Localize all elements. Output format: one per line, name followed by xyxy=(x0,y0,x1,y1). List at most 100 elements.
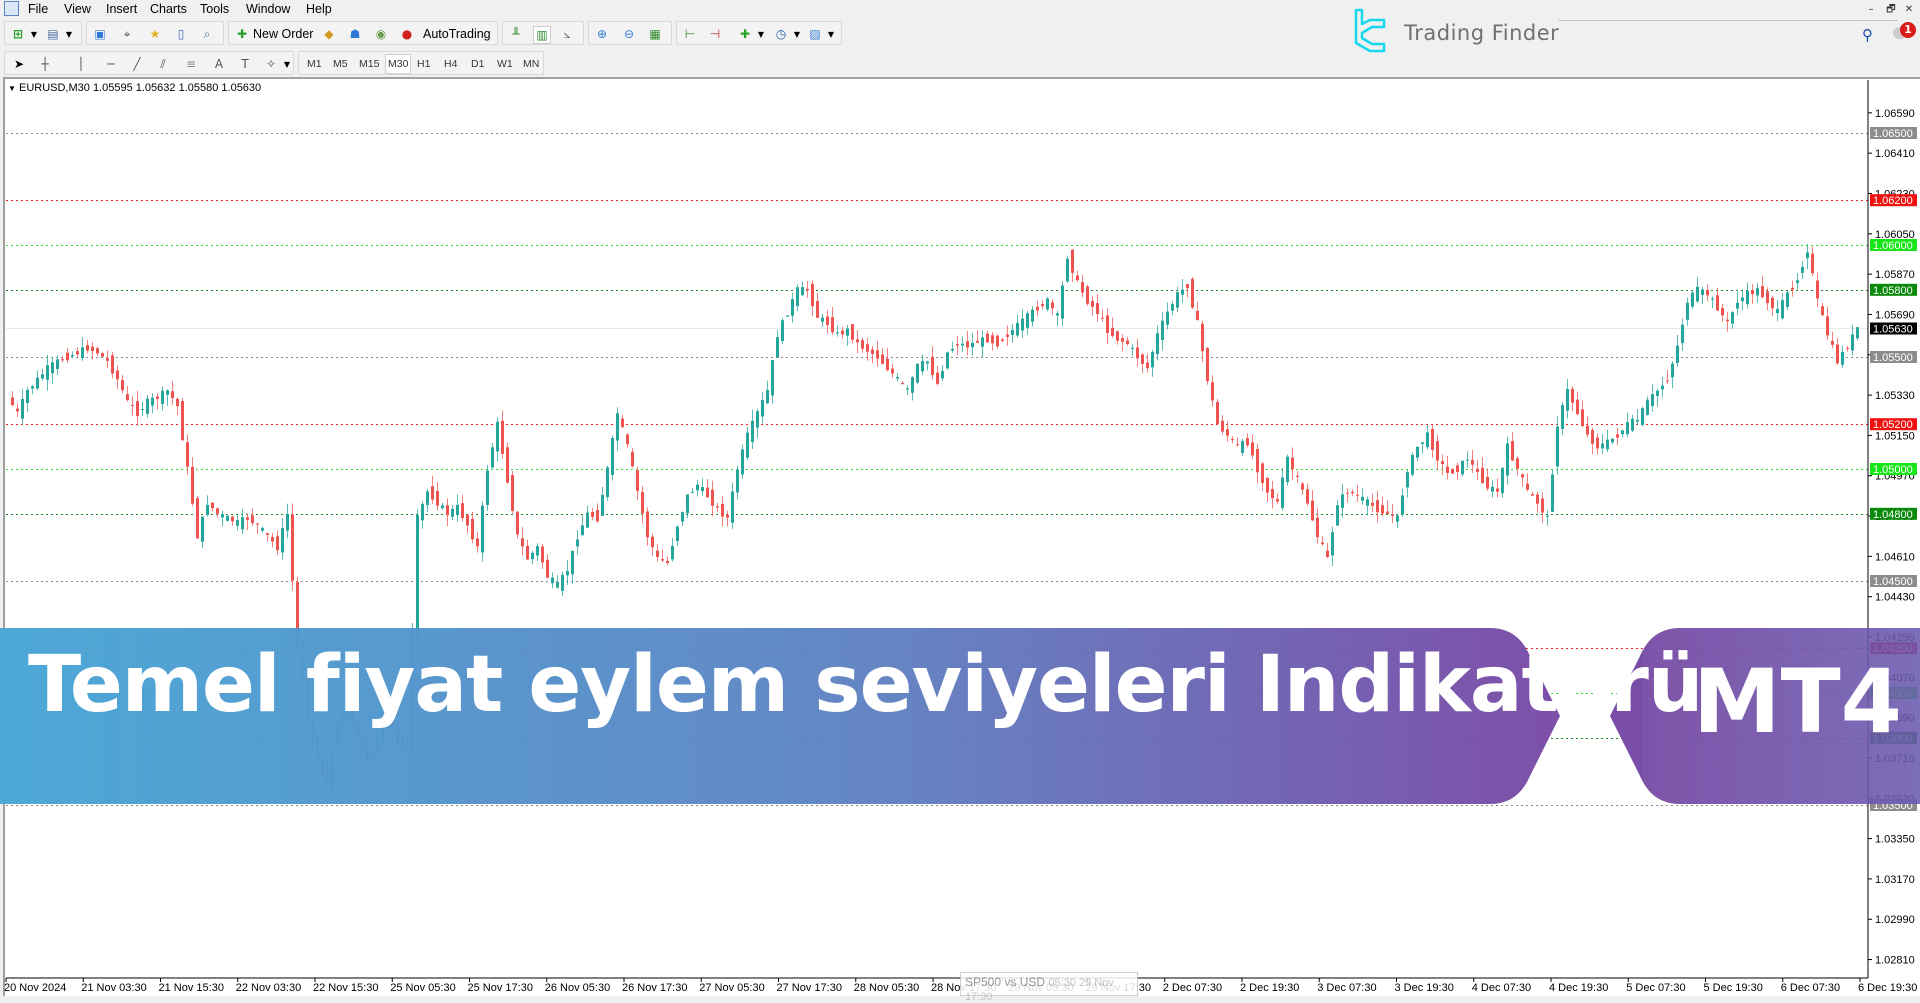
candle-body xyxy=(1556,426,1559,467)
bear-candle xyxy=(1666,369,1669,385)
candle-body xyxy=(831,317,834,333)
bear-candle xyxy=(1321,535,1324,546)
candle-body xyxy=(1811,253,1814,274)
bull-candle xyxy=(41,368,44,381)
bear-candle xyxy=(1251,434,1254,459)
price-tick-label: 1.06590 xyxy=(1875,108,1915,120)
bull-candle xyxy=(1556,416,1559,475)
candle-body xyxy=(581,525,584,536)
bull-candle xyxy=(836,324,839,337)
time-tick-label: 5 Dec 07:30 xyxy=(1626,982,1685,994)
candle-body xyxy=(146,398,149,414)
bull-candle xyxy=(1506,436,1509,485)
candle-body xyxy=(1751,290,1754,295)
bull-candle xyxy=(1841,345,1844,369)
bull-candle xyxy=(981,330,984,358)
candle-body xyxy=(861,340,864,349)
candle-body xyxy=(811,283,814,307)
bull-candle xyxy=(201,516,204,548)
candle-body xyxy=(1141,354,1144,364)
level-label-text: 1.06200 xyxy=(1873,195,1913,207)
bull-candle xyxy=(1461,460,1464,477)
candle-body xyxy=(1606,439,1609,450)
bull-candle xyxy=(1341,484,1344,518)
candle-body xyxy=(1411,454,1414,475)
candle-body xyxy=(1381,505,1384,514)
candle-body xyxy=(221,514,224,518)
candle-body xyxy=(976,340,979,343)
bull-candle xyxy=(1601,434,1604,455)
candle-body xyxy=(851,324,854,340)
bull-candle xyxy=(1646,396,1649,416)
candle-body xyxy=(1066,258,1069,282)
bull-candle xyxy=(946,351,949,370)
bull-candle xyxy=(801,281,804,296)
bull-candle xyxy=(1696,276,1699,303)
bull-candle xyxy=(1561,402,1564,435)
bear-candle xyxy=(1276,493,1279,505)
bear-candle xyxy=(1076,270,1079,282)
bear-candle xyxy=(661,549,664,562)
bull-candle xyxy=(771,359,774,404)
bear-candle xyxy=(1091,296,1094,316)
candle-body xyxy=(1676,345,1679,364)
candle-body xyxy=(1026,313,1029,328)
time-tick-label: 3 Dec 19:30 xyxy=(1395,982,1454,994)
bear-candle xyxy=(1306,483,1309,506)
candle-body xyxy=(1681,324,1684,344)
price-tick-label: 1.02810 xyxy=(1875,955,1915,967)
candle-body xyxy=(1221,420,1224,432)
bear-candle xyxy=(211,502,214,512)
bull-candle xyxy=(1676,334,1679,367)
bear-candle xyxy=(191,457,194,507)
candle-body xyxy=(291,514,294,581)
bull-candle xyxy=(451,504,454,521)
bear-candle xyxy=(246,513,249,531)
candle-body xyxy=(971,342,974,348)
candle-body xyxy=(56,359,59,370)
candle-body xyxy=(426,491,429,505)
candle-body xyxy=(956,344,959,346)
bear-candle xyxy=(1146,353,1149,373)
candle-body xyxy=(1466,459,1469,461)
bear-candle xyxy=(1086,284,1089,306)
bear-candle xyxy=(901,380,904,385)
bear-candle xyxy=(721,496,724,527)
bear-candle xyxy=(1211,375,1214,407)
candle-body xyxy=(1181,289,1184,295)
candle-body xyxy=(1341,494,1344,508)
price-chart[interactable]: 1.065901.064101.062301.060501.058701.056… xyxy=(0,0,1920,996)
candle-body xyxy=(1506,443,1509,476)
candle-body xyxy=(836,332,839,334)
candle-body xyxy=(1816,280,1819,299)
candle-body xyxy=(106,358,109,361)
bear-candle xyxy=(1576,391,1579,416)
level-label-1.05200: 1.05200 xyxy=(1870,418,1917,431)
bear-candle xyxy=(1081,274,1084,298)
candle-body xyxy=(496,421,499,452)
bear-candle xyxy=(646,507,649,546)
price-axis[interactable]: 1.065901.064101.062301.060501.058701.056… xyxy=(1868,108,1915,967)
bear-candle xyxy=(881,347,884,365)
bull-candle xyxy=(1161,311,1164,351)
bull-candle xyxy=(781,318,784,345)
level-label-text: 1.06000 xyxy=(1873,240,1913,252)
candle-body xyxy=(1196,310,1199,321)
bear-candle xyxy=(476,532,479,553)
bull-candle xyxy=(531,550,534,565)
bull-candle xyxy=(731,482,734,530)
bull-candle xyxy=(1686,297,1689,326)
collapse-triangle-icon[interactable]: ▼ xyxy=(8,84,16,93)
candle-body xyxy=(646,511,649,538)
candle-body xyxy=(251,515,254,524)
bull-candle xyxy=(426,488,429,512)
bear-candle xyxy=(1291,447,1294,480)
candle-body xyxy=(1651,394,1654,407)
bull-candle xyxy=(796,284,799,312)
bull-candle xyxy=(226,513,229,521)
bull-candle xyxy=(551,572,554,589)
bear-candle xyxy=(436,482,439,511)
bear-candle xyxy=(1516,456,1519,476)
candle-body xyxy=(1461,460,1464,475)
bull-candle xyxy=(911,376,914,401)
